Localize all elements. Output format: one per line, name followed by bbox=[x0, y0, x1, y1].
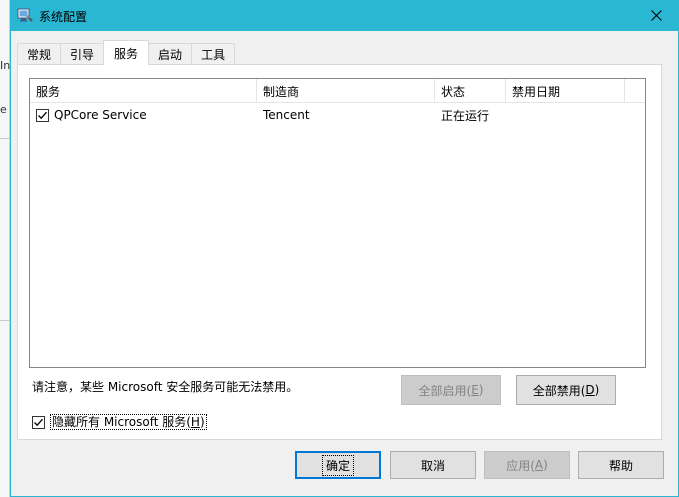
background-divider bbox=[0, 320, 10, 321]
close-button[interactable] bbox=[633, 0, 679, 31]
tab-general[interactable]: 常规 bbox=[17, 43, 62, 65]
mnemonic: D bbox=[585, 383, 595, 397]
button-label-suffix: ) bbox=[478, 383, 484, 397]
column-header-manufacturer[interactable]: 制造商 bbox=[257, 79, 435, 103]
label-text: 隐藏所有 Microsoft 服务( bbox=[52, 415, 191, 429]
close-icon bbox=[650, 10, 662, 21]
background-text-1: In bbox=[0, 59, 11, 72]
background-text-2: e bbox=[0, 103, 7, 116]
button-label: 全部启用( bbox=[418, 383, 472, 398]
tab-services[interactable]: 服务 bbox=[103, 40, 150, 65]
tab-label: 常规 bbox=[27, 48, 52, 62]
apply-button[interactable]: 应用(A) bbox=[484, 451, 570, 479]
disabled-date-cell bbox=[506, 104, 625, 126]
window-title: 系统配置 bbox=[39, 10, 88, 24]
manufacturer-cell: Tencent bbox=[263, 108, 310, 122]
label-suffix: ) bbox=[199, 415, 205, 429]
enable-all-button[interactable]: 全部启用(E) bbox=[401, 375, 501, 405]
mnemonic: E bbox=[471, 383, 479, 397]
services-tab-panel: 服务 制造商 状态 禁用日期 QPCore Service Tencent 正在… bbox=[17, 64, 662, 440]
tab-label: 启动 bbox=[158, 48, 183, 62]
hide-microsoft-services[interactable]: 隐藏所有 Microsoft 服务(H) bbox=[32, 414, 207, 430]
checkmark-icon bbox=[38, 111, 47, 119]
service-name: QPCore Service bbox=[54, 108, 147, 122]
help-button[interactable]: 帮助 bbox=[578, 451, 664, 479]
checkmark-icon bbox=[34, 418, 43, 426]
system-configuration-dialog: 系统配置 常规 引导 服务 启动 工具 服务 制造商 状态 禁用日期 QPCor… bbox=[10, 0, 679, 497]
background-window: In e bbox=[0, 0, 10, 497]
button-label-suffix: ) bbox=[594, 383, 600, 397]
tab-label: 工具 bbox=[201, 48, 226, 62]
tab-label: 引导 bbox=[70, 48, 95, 62]
button-label: 应用( bbox=[506, 458, 535, 473]
help-label: 帮助 bbox=[608, 458, 633, 473]
button-label: 全部禁用( bbox=[532, 383, 586, 398]
service-cell: QPCore Service bbox=[30, 104, 257, 126]
hide-microsoft-checkbox[interactable] bbox=[32, 415, 45, 429]
services-list[interactable]: 服务 制造商 状态 禁用日期 QPCore Service Tencent 正在… bbox=[29, 78, 646, 368]
ok-label: 确定 bbox=[321, 454, 354, 476]
list-header: 服务 制造商 状态 禁用日期 bbox=[30, 79, 645, 103]
mnemonic: A bbox=[534, 458, 544, 472]
tab-strip: 常规 引导 服务 启动 工具 bbox=[17, 40, 236, 65]
button-label-suffix: ) bbox=[543, 458, 548, 472]
tab-startup[interactable]: 启动 bbox=[148, 43, 193, 65]
mnemonic: H bbox=[190, 415, 200, 429]
cancel-label: 取消 bbox=[420, 458, 445, 473]
table-row[interactable]: QPCore Service Tencent 正在运行 bbox=[30, 104, 645, 126]
title-bar[interactable]: 系统配置 bbox=[11, 0, 679, 31]
cancel-button[interactable]: 取消 bbox=[390, 451, 476, 479]
status-cell: 正在运行 bbox=[441, 108, 490, 123]
ok-button[interactable]: 确定 bbox=[295, 451, 381, 479]
tab-label: 服务 bbox=[114, 46, 139, 61]
hide-microsoft-label[interactable]: 隐藏所有 Microsoft 服务(H) bbox=[50, 414, 207, 430]
msconfig-icon bbox=[17, 7, 33, 23]
column-header-disabled-date[interactable]: 禁用日期 bbox=[506, 79, 625, 103]
notice-text: 请注意，某些 Microsoft 安全服务可能无法禁用。 bbox=[32, 380, 299, 394]
tab-tools[interactable]: 工具 bbox=[191, 43, 236, 65]
column-header-service[interactable]: 服务 bbox=[30, 79, 257, 103]
column-header-status[interactable]: 状态 bbox=[435, 79, 506, 103]
disable-all-button[interactable]: 全部禁用(D) bbox=[516, 375, 616, 405]
background-divider bbox=[0, 138, 10, 139]
service-checkbox[interactable] bbox=[36, 108, 49, 122]
tab-boot[interactable]: 引导 bbox=[60, 43, 105, 65]
